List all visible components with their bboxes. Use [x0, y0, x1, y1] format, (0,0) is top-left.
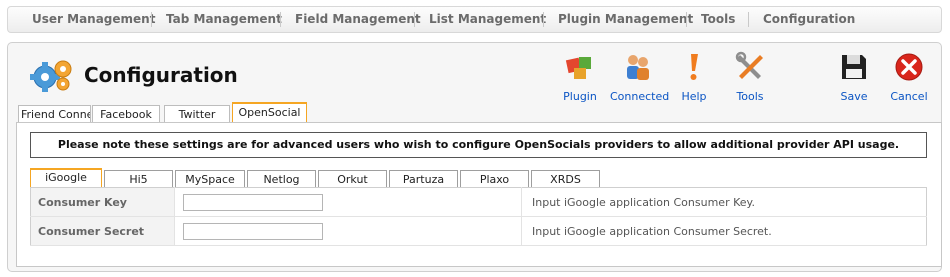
- tab-friend-connect[interactable]: Friend Connect: [18, 105, 91, 123]
- advanced-notice: Please note these settings are for advan…: [30, 132, 927, 158]
- configuration-panel: Configuration Plugin Connected Help Tool…: [7, 42, 942, 272]
- cancel-button[interactable]: Cancel: [888, 51, 930, 103]
- tab-plaxo[interactable]: Plaxo: [460, 170, 529, 187]
- tab-hi5[interactable]: Hi5: [104, 170, 173, 187]
- tools-button[interactable]: Tools: [730, 51, 770, 103]
- tab-xrds[interactable]: XRDS: [531, 170, 600, 187]
- menu-separator: [151, 12, 152, 27]
- menu-separator: [280, 12, 281, 27]
- users-icon: [627, 55, 649, 80]
- menu-separator: [748, 12, 749, 27]
- consumer-secret-cell: [174, 216, 522, 246]
- consumer-secret-input[interactable]: [183, 222, 323, 240]
- help-icon: [690, 54, 698, 80]
- menu-separator: [543, 12, 544, 27]
- tools-icon: [735, 51, 763, 79]
- plugin-button[interactable]: Plugin: [559, 51, 601, 103]
- tab-partuza[interactable]: Partuza: [389, 170, 458, 187]
- save-label: Save: [840, 90, 868, 103]
- consumer-key-cell: [174, 187, 522, 217]
- consumer-key-input[interactable]: [183, 193, 323, 211]
- config-gears-icon: [30, 60, 72, 92]
- menu-user-management[interactable]: User Management: [32, 7, 155, 32]
- save-button[interactable]: Save: [836, 51, 872, 103]
- connected-button[interactable]: Connected: [610, 51, 670, 103]
- tab-twitter[interactable]: Twitter: [164, 105, 230, 123]
- connected-label: Connected: [610, 90, 670, 103]
- consumer-secret-description: Input iGoogle application Consumer Secre…: [521, 216, 927, 246]
- floppy-disk-icon: [842, 55, 866, 79]
- tab-netlog[interactable]: Netlog: [247, 170, 316, 187]
- menu-separator: [414, 12, 415, 27]
- table-row: Consumer Key Input iGoogle application C…: [30, 187, 927, 217]
- top-menu: User Management Tab Management Field Man…: [7, 6, 942, 33]
- consumer-secret-label: Consumer Secret: [30, 216, 175, 246]
- menu-tab-management[interactable]: Tab Management: [166, 7, 282, 32]
- consumer-key-label: Consumer Key: [30, 187, 175, 217]
- consumer-key-description: Input iGoogle application Consumer Key.: [521, 187, 927, 217]
- tab-igoogle[interactable]: iGoogle: [30, 168, 102, 187]
- table-row: Consumer Secret Input iGoogle applicatio…: [30, 216, 927, 246]
- plugin-label: Plugin: [563, 90, 597, 103]
- menu-field-management[interactable]: Field Management: [295, 7, 421, 32]
- menu-separator: [686, 12, 687, 27]
- tools-label: Tools: [736, 90, 764, 103]
- menu-list-management[interactable]: List Management: [429, 7, 546, 32]
- help-button[interactable]: Help: [676, 51, 712, 103]
- tab-opensocial[interactable]: OpenSocial: [232, 102, 307, 123]
- menu-configuration[interactable]: Configuration: [763, 7, 855, 32]
- plugin-icon: [565, 57, 591, 79]
- settings-table: Consumer Key Input iGoogle application C…: [30, 187, 927, 246]
- tab-orkut[interactable]: Orkut: [318, 170, 387, 187]
- page-title: Configuration: [84, 63, 238, 87]
- cancel-label: Cancel: [890, 90, 928, 103]
- cancel-icon: [895, 53, 923, 81]
- menu-plugin-management[interactable]: Plugin Management: [558, 7, 693, 32]
- tab-facebook[interactable]: Facebook: [92, 105, 160, 123]
- menu-tools[interactable]: Tools: [701, 7, 735, 32]
- help-label: Help: [681, 90, 707, 103]
- tab-myspace[interactable]: MySpace: [175, 170, 245, 187]
- page-header: Configuration Plugin Connected Help Tool…: [8, 43, 941, 103]
- opensocial-tab-content: Please note these settings are for advan…: [16, 122, 942, 267]
